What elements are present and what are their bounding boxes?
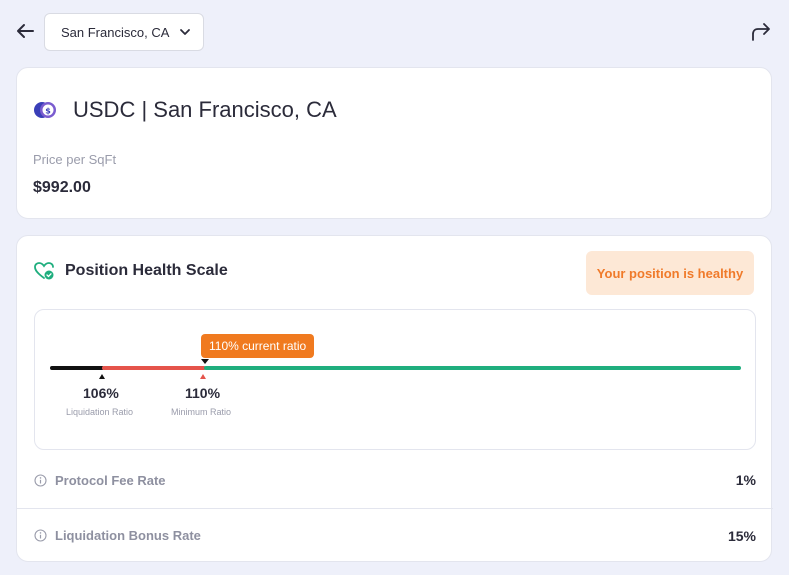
health-header: Position Health Scale xyxy=(33,260,228,282)
minimum-ratio-value: 110% xyxy=(185,385,221,401)
protocol-fee-row: Protocol Fee Rate 1% xyxy=(17,456,773,504)
location-select-value: San Francisco, CA xyxy=(61,24,170,40)
health-card: Position Health Scale Your position is h… xyxy=(16,235,773,562)
location-select[interactable]: San Francisco, CA xyxy=(44,13,204,51)
health-status-badge: Your position is healthy xyxy=(586,251,754,295)
health-scale: 110% current ratio 106% Liquidation Rati… xyxy=(34,309,756,450)
liquidation-ratio-value: 106% xyxy=(83,385,119,401)
price-value: $992.00 xyxy=(33,179,91,196)
minimum-tick-marker xyxy=(200,374,206,379)
health-title: Position Health Scale xyxy=(65,262,228,279)
liquidation-bonus-value: 15% xyxy=(727,527,756,544)
current-ratio-pill: 110% current ratio xyxy=(201,334,315,358)
protocol-fee-label: Protocol Fee Rate xyxy=(55,472,166,488)
liquidation-bonus-row: Liquidation Bonus Rate 15% xyxy=(17,508,773,562)
price-label: Price per SqFt xyxy=(33,152,117,167)
svg-text:$: $ xyxy=(45,107,51,116)
asset-header: $ USDC | San Francisco, CA xyxy=(33,97,337,123)
protocol-fee-value: 1% xyxy=(735,472,756,488)
liquidation-bonus-label: Liquidation Bonus Rate xyxy=(55,528,201,543)
liquidation-ratio-caption: Liquidation Ratio xyxy=(66,407,134,417)
liquidation-tick-marker xyxy=(99,374,105,379)
asset-card: $ USDC | San Francisco, CA Price per SqF… xyxy=(16,67,772,219)
chevron-down-icon xyxy=(180,29,190,35)
info-icon[interactable] xyxy=(34,529,47,542)
asset-title: USDC | San Francisco, CA xyxy=(73,97,337,122)
share-forward-icon[interactable] xyxy=(749,20,773,44)
current-ratio-marker xyxy=(201,359,209,364)
arrow-left-icon[interactable] xyxy=(14,20,36,42)
health-scale-graphic xyxy=(50,359,741,379)
info-icon[interactable] xyxy=(34,473,47,487)
usdc-logo: $ xyxy=(34,102,56,118)
heart-icon xyxy=(34,262,54,280)
top-bar: San Francisco, CA xyxy=(0,0,789,62)
minimum-ratio-caption: Minimum Ratio xyxy=(171,407,232,417)
